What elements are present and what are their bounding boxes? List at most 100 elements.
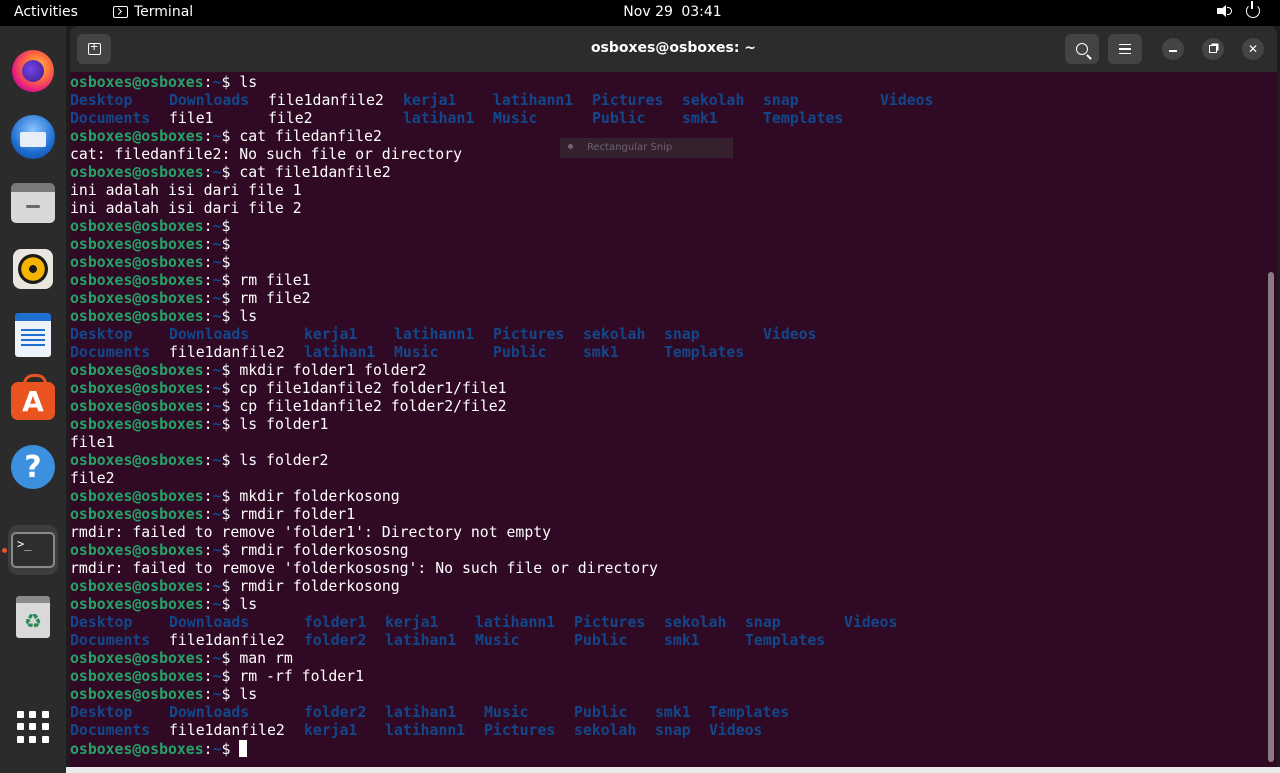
prompt-user: osboxes@osboxes xyxy=(70,398,204,415)
file-entry: file1danfile2 xyxy=(169,344,285,361)
scrollbar[interactable] xyxy=(1268,272,1274,762)
command-text: ls folder2 xyxy=(239,452,329,469)
file-entry: file1danfile2 xyxy=(268,92,384,109)
directory-entry: Public xyxy=(574,632,628,649)
dock-app-center[interactable]: A xyxy=(8,374,58,426)
ls-output-row: Desktop Downloads file1danfile2 kerja1 latih… xyxy=(70,92,1265,110)
dock-rhythmbox[interactable] xyxy=(8,244,58,294)
directory-entry: Documents xyxy=(70,632,151,649)
directory-entry: Downloads xyxy=(169,92,250,109)
directory-entry: latihann1 xyxy=(475,614,556,631)
dock-terminal[interactable]: >_ xyxy=(8,525,58,575)
directory-entry: Pictures xyxy=(574,614,646,631)
directory-entry: Templates xyxy=(709,704,790,721)
terminal-output[interactable]: osboxes@osboxes:~$ ls Desktop Downloads fil… xyxy=(70,74,1265,764)
command-line: osboxes@osboxes:~$ mkdir folder1 folder2 xyxy=(70,362,1265,380)
prompt-symbol: $ xyxy=(221,668,240,685)
prompt-separator: : xyxy=(203,290,213,307)
prompt-separator: : xyxy=(203,668,213,685)
power-icon[interactable] xyxy=(1246,1,1260,18)
clock[interactable]: Nov 29 03:41 xyxy=(0,4,1280,20)
directory-entry: latihan1 xyxy=(385,704,457,721)
search-button[interactable] xyxy=(1065,34,1099,64)
minimize-icon xyxy=(1169,50,1177,52)
command-line: osboxes@osboxes:~$ rm file1 xyxy=(70,272,1265,290)
directory-entry: Pictures xyxy=(592,92,664,109)
close-button[interactable]: ✕ xyxy=(1242,38,1264,60)
prompt-user: osboxes@osboxes xyxy=(70,308,204,325)
command-line: osboxes@osboxes:~$ mkdir folderkosong xyxy=(70,488,1265,506)
directory-entry: sekolah xyxy=(682,92,745,109)
dock-help[interactable]: ? xyxy=(8,442,58,492)
prompt-separator: : xyxy=(203,452,213,469)
firefox-icon xyxy=(12,50,54,92)
directory-entry: latihann1 xyxy=(385,722,466,739)
clock-date: Nov 29 xyxy=(623,4,673,20)
directory-entry: Downloads xyxy=(169,704,250,721)
thunderbird-icon xyxy=(11,115,55,159)
dock-firefox[interactable] xyxy=(8,46,58,96)
prompt-user: osboxes@osboxes xyxy=(70,596,204,613)
prompt-user: osboxes@osboxes xyxy=(70,668,204,685)
command-text: mkdir folder1 folder2 xyxy=(239,362,427,379)
directory-entry: Templates xyxy=(763,110,844,127)
snip-toolbar[interactable]: Rectangular Snip xyxy=(560,138,733,158)
prompt-separator: : xyxy=(203,254,213,271)
prompt-separator: : xyxy=(203,650,213,667)
menu-button[interactable] xyxy=(1108,34,1142,64)
dock-thunderbird[interactable] xyxy=(8,112,58,162)
ls-output-row: Desktop Downloads kerja1 latihann1 Pictures s… xyxy=(70,326,1265,344)
maximize-icon xyxy=(1209,45,1217,53)
prompt-user: osboxes@osboxes xyxy=(70,416,204,433)
dock-trash[interactable]: ♻ xyxy=(8,592,58,642)
bottom-edge xyxy=(66,767,1280,773)
command-line: osboxes@osboxes:~$ ls xyxy=(70,308,1265,326)
command-text: rmdir folderkososng xyxy=(239,542,409,559)
command-text: mkdir folderkosong xyxy=(239,488,400,505)
search-icon xyxy=(1076,43,1088,55)
directory-entry: kerja1 xyxy=(403,92,457,109)
help-icon: ? xyxy=(11,445,55,489)
system-tray[interactable] xyxy=(1216,1,1260,19)
prompt-user: osboxes@osboxes xyxy=(70,542,204,559)
directory-entry: sekolah xyxy=(664,614,727,631)
command-line: osboxes@osboxes:~$ xyxy=(70,740,1265,758)
directory-entry: latihan1 xyxy=(304,344,376,361)
prompt-symbol: $ xyxy=(221,380,240,397)
directory-entry: folder1 xyxy=(304,614,367,631)
directory-entry: snap xyxy=(664,326,700,343)
prompt-user: osboxes@osboxes xyxy=(70,236,204,253)
dock-show-apps[interactable] xyxy=(8,702,58,752)
directory-entry: Documents xyxy=(70,110,151,127)
prompt-symbol: $ xyxy=(221,128,240,145)
prompt-separator: : xyxy=(203,506,213,523)
command-text: rmdir folderkosong xyxy=(239,578,400,595)
command-text: ls folder1 xyxy=(239,416,329,433)
directory-entry: folder2 xyxy=(304,632,367,649)
minimize-button[interactable] xyxy=(1162,38,1184,60)
dock-files[interactable] xyxy=(8,178,58,228)
directory-entry: Videos xyxy=(709,722,763,739)
directory-entry: sekolah xyxy=(574,722,637,739)
maximize-button[interactable] xyxy=(1202,38,1224,60)
prompt-symbol: $ xyxy=(221,164,240,181)
directory-entry: Public xyxy=(592,110,646,127)
command-line: osboxes@osboxes:~$ ls folder2 xyxy=(70,452,1265,470)
directory-entry: Videos xyxy=(844,614,898,631)
command-line: osboxes@osboxes:~$ ls xyxy=(70,686,1265,704)
prompt-symbol: $ xyxy=(221,416,240,433)
top-bar: Activities Terminal Nov 29 03:41 xyxy=(0,0,1280,26)
command-line: osboxes@osboxes:~$ ls xyxy=(70,74,1265,92)
dock-writer[interactable] xyxy=(8,310,58,360)
command-text: man rm xyxy=(239,650,293,667)
prompt-symbol: $ xyxy=(221,254,240,271)
directory-entry: latihan1 xyxy=(403,110,475,127)
directory-entry: Downloads xyxy=(169,326,250,343)
hamburger-menu-icon xyxy=(1119,44,1131,54)
directory-entry: latihan1 xyxy=(385,632,457,649)
prompt-separator: : xyxy=(203,236,213,253)
file-entry: file1danfile2 xyxy=(169,722,285,739)
command-line: osboxes@osboxes:~$ ls folder1 xyxy=(70,416,1265,434)
writer-icon xyxy=(15,313,51,357)
speaker-icon[interactable] xyxy=(1216,3,1232,19)
